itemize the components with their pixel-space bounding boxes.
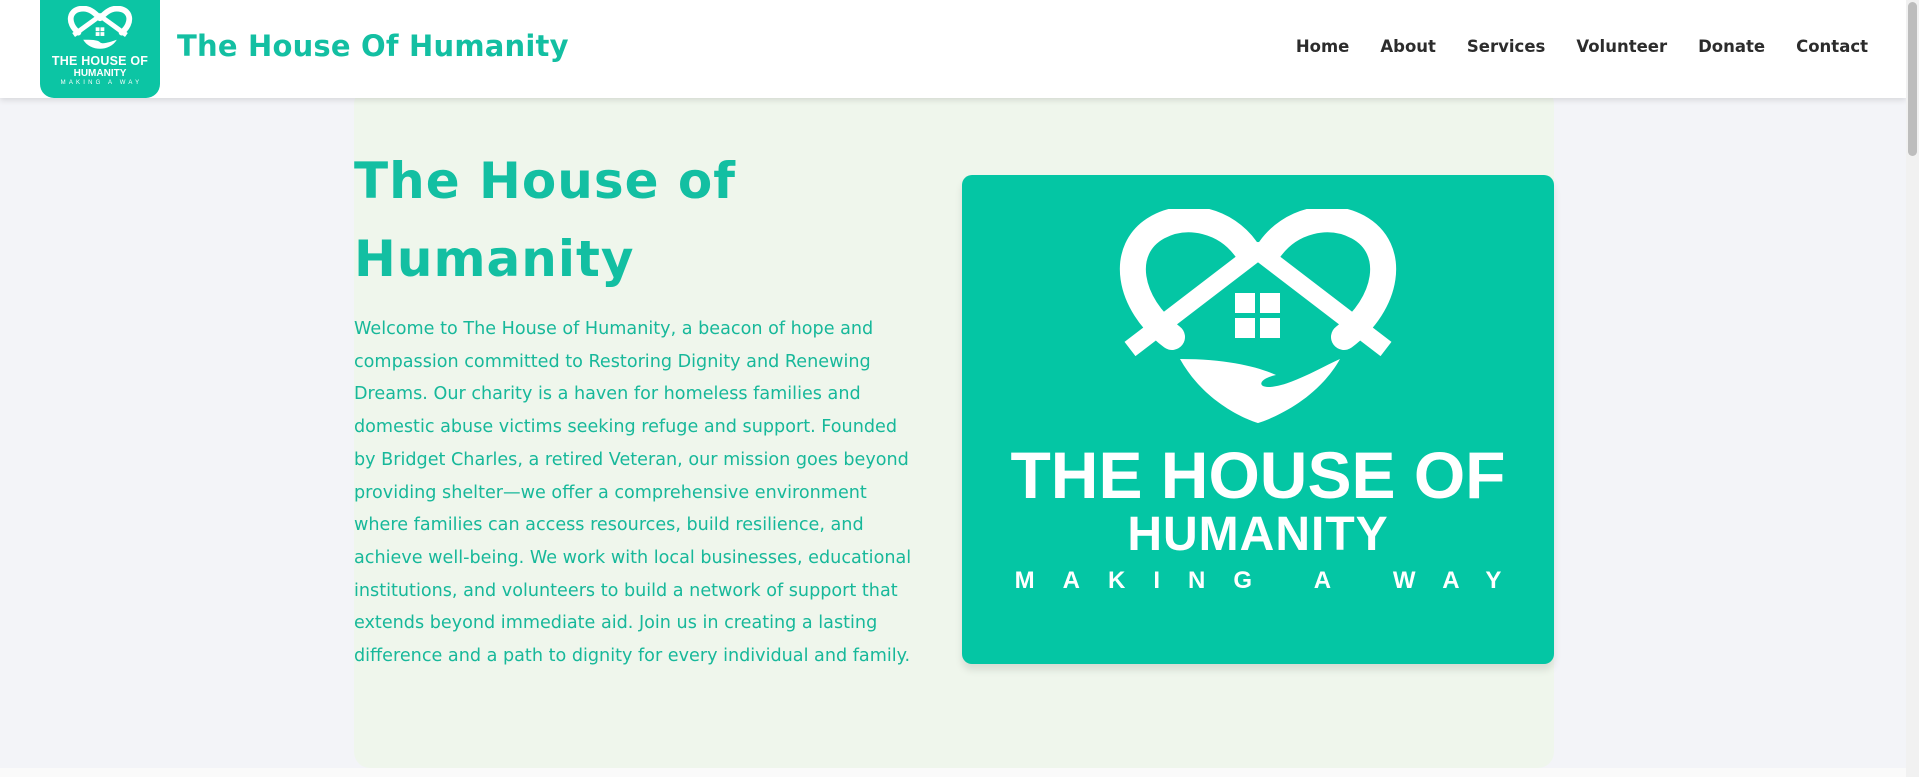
section-divider <box>0 768 1906 777</box>
hero-logo-image: THE HOUSE OF HUMANITY MAKING A WAY <box>962 175 1554 664</box>
site-title[interactable]: The House Of Humanity <box>177 29 569 63</box>
nav-home[interactable]: Home <box>1296 37 1350 56</box>
hero-description: Welcome to The House of Humanity, a beac… <box>354 319 912 667</box>
heart-house-hand-icon <box>1119 209 1397 423</box>
site-logo[interactable]: THE HOUSE OF HUMANITY MAKING A WAY <box>40 0 160 98</box>
nav-services[interactable]: Services <box>1467 37 1545 56</box>
logo-line1: THE HOUSE OF <box>51 54 149 68</box>
hero-logo-tagline: MAKING A WAY <box>1014 567 1530 594</box>
hero-logo-line1: THE HOUSE OF <box>1010 438 1506 512</box>
hero-logo-line2: HUMANITY <box>1127 508 1389 561</box>
nav-about[interactable]: About <box>1380 37 1436 56</box>
hero-title: The House of Humanity <box>354 152 736 288</box>
logo-line2: HUMANITY <box>73 68 127 79</box>
scrollbar-thumb[interactable] <box>1908 2 1917 156</box>
site-header: THE HOUSE OF HUMANITY MAKING A WAY The H… <box>0 0 1906 98</box>
heart-house-hand-icon <box>67 6 133 49</box>
page-scrollbar[interactable] <box>1906 0 1919 777</box>
nav-donate[interactable]: Donate <box>1698 37 1765 56</box>
nav-volunteer[interactable]: Volunteer <box>1576 37 1667 56</box>
nav-contact[interactable]: Contact <box>1796 37 1868 56</box>
logo-tagline: MAKING A WAY <box>60 80 143 86</box>
main-nav: Home About Services Volunteer Donate Con… <box>1265 37 1868 56</box>
